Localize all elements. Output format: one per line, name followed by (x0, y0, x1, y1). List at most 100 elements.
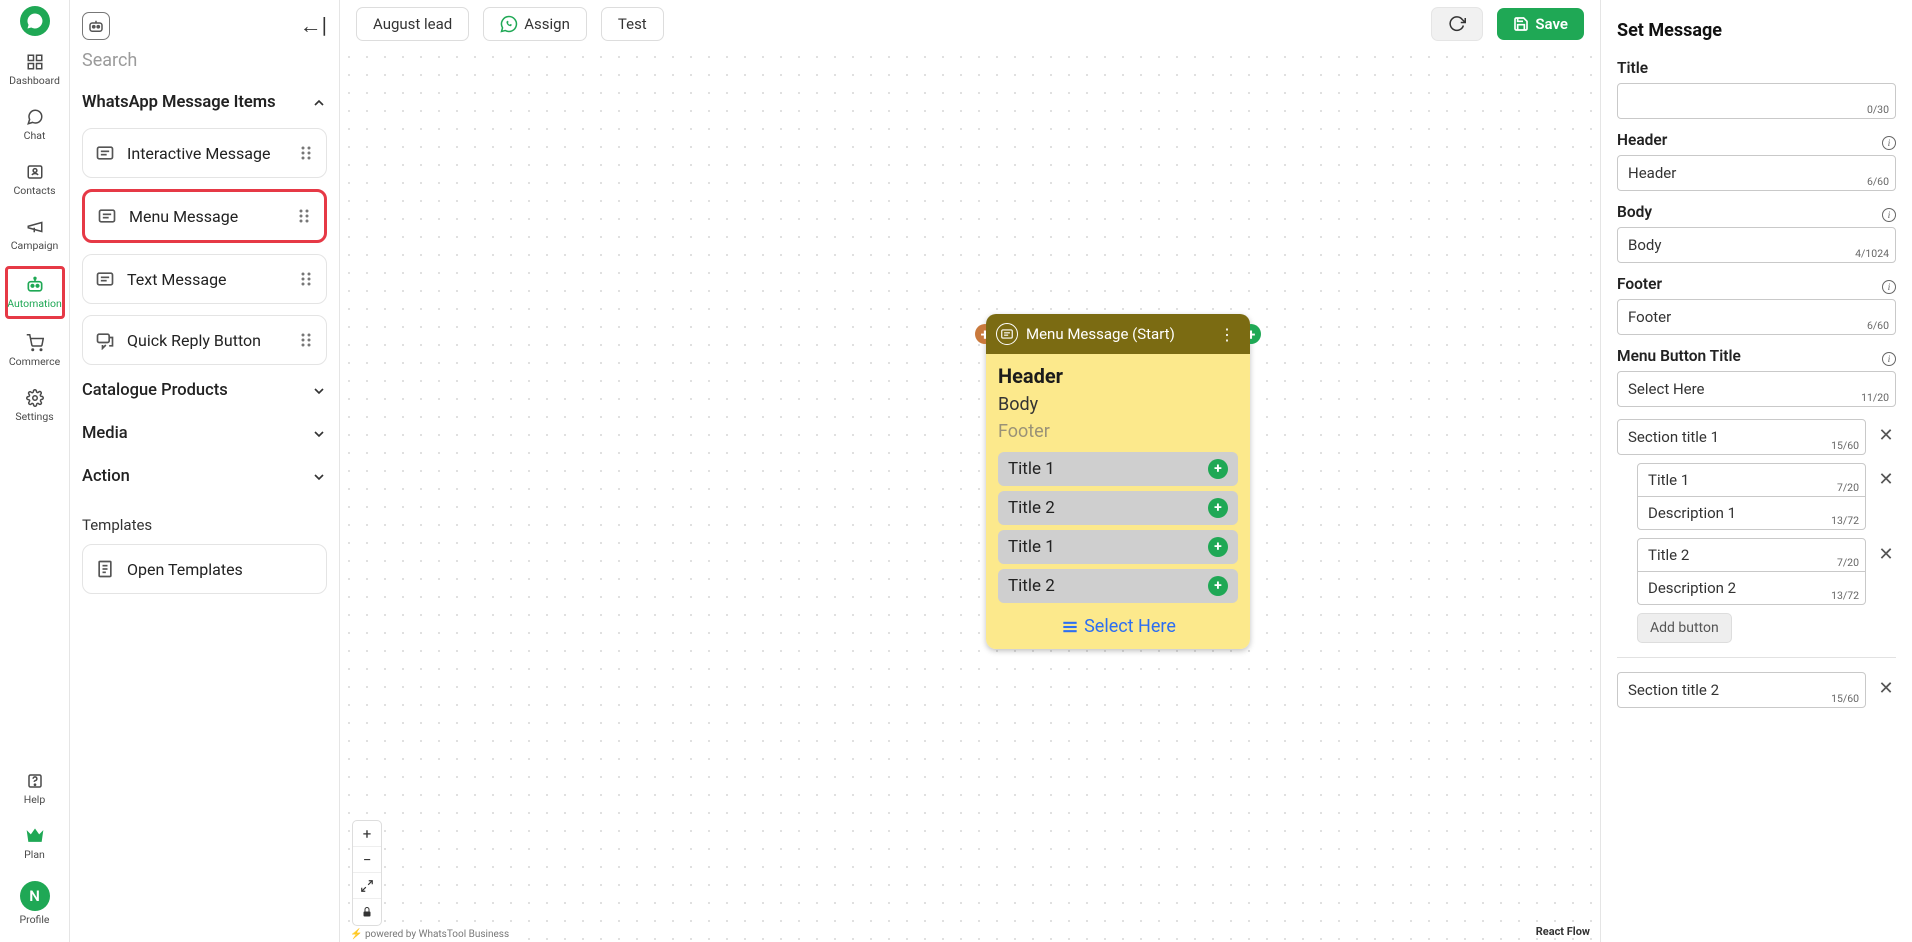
campaign-icon (25, 217, 45, 237)
node-option-row[interactable]: Title 2+ (998, 569, 1238, 603)
nav-dashboard[interactable]: Dashboard (5, 46, 65, 93)
info-icon[interactable]: i (1882, 208, 1896, 222)
nav-campaign[interactable]: Campaign (5, 211, 65, 258)
nav-label: Help (24, 793, 46, 806)
help-icon (25, 771, 45, 791)
open-templates-button[interactable]: Open Templates (82, 544, 327, 594)
nav-profile[interactable]: N Profile (5, 875, 65, 932)
remove-item-icon[interactable]: ✕ (1876, 544, 1896, 564)
refresh-button[interactable] (1431, 7, 1483, 41)
zoom-out-button[interactable]: − (353, 847, 381, 873)
search-input[interactable] (82, 50, 327, 71)
info-icon[interactable]: i (1882, 280, 1896, 294)
char-count: 15/60 (1831, 439, 1859, 452)
lock-button[interactable] (353, 899, 381, 925)
info-icon[interactable]: i (1882, 136, 1896, 150)
char-count: 13/72 (1831, 514, 1859, 527)
powered-by-label: ⚡ powered by WhatsTool Business (344, 927, 515, 942)
node-option-row[interactable]: Title 1+ (998, 530, 1238, 564)
reply-icon (95, 330, 115, 350)
flow-canvas[interactable]: + + Menu Message (Start) ⋮ Header Body F… (340, 48, 1600, 942)
message-icon (95, 269, 115, 289)
item-text-message[interactable]: Text Message (82, 254, 327, 304)
nav-settings[interactable]: Settings (5, 382, 65, 429)
node-icon (996, 323, 1018, 345)
char-count: 4/1024 (1855, 247, 1889, 260)
item-quick-reply[interactable]: Quick Reply Button (82, 315, 327, 365)
char-count: 7/20 (1837, 556, 1859, 569)
title-input[interactable] (1618, 84, 1895, 118)
nav-label: Dashboard (9, 74, 60, 87)
item-label: Interactive Message (127, 144, 288, 163)
section-title: WhatsApp Message Items (82, 93, 276, 112)
row-add-icon[interactable]: + (1208, 576, 1228, 596)
drag-handle-icon[interactable] (300, 146, 314, 160)
assign-button[interactable]: Assign (483, 7, 587, 41)
node-header[interactable]: Menu Message (Start) ⋮ (986, 314, 1250, 354)
section2-title-input[interactable] (1618, 673, 1865, 707)
fit-view-button[interactable] (353, 873, 381, 899)
item-title-input[interactable] (1638, 464, 1865, 496)
header-input[interactable] (1618, 156, 1895, 190)
nav-automation[interactable]: Automation (5, 266, 65, 319)
item-menu-message[interactable]: Menu Message (82, 189, 327, 243)
app-logo[interactable] (20, 6, 50, 36)
section-catalogue-head[interactable]: Catalogue Products (70, 369, 339, 412)
nav-plan[interactable]: Plan (5, 820, 65, 867)
section-action-head[interactable]: Action (70, 455, 339, 498)
chevron-down-icon (311, 426, 327, 442)
drag-handle-icon[interactable] (300, 333, 314, 347)
field-label: Body (1617, 203, 1652, 221)
node-title: Menu Message (Start) (1026, 325, 1175, 343)
body-input[interactable] (1618, 228, 1895, 262)
drag-handle-icon[interactable] (300, 272, 314, 286)
node-menu-icon[interactable]: ⋮ (1215, 325, 1240, 344)
nav-rail: Dashboard Chat Contacts Campaign Automat… (0, 0, 70, 942)
row-add-icon[interactable]: + (1208, 459, 1228, 479)
message-icon (95, 143, 115, 163)
nav-label: Commerce (9, 355, 60, 368)
drag-handle-icon[interactable] (298, 209, 312, 223)
info-icon[interactable]: i (1882, 352, 1896, 366)
nav-label: Plan (24, 848, 45, 861)
row-add-icon[interactable]: + (1208, 537, 1228, 557)
remove-item-icon[interactable]: ✕ (1876, 469, 1896, 489)
back-icon[interactable]: ←| (300, 13, 327, 39)
zoom-in-button[interactable]: + (353, 821, 381, 847)
whatsapp-icon (500, 15, 518, 33)
nav-help[interactable]: Help (5, 765, 65, 812)
nav-commerce[interactable]: Commerce (5, 327, 65, 374)
char-count: 15/60 (1831, 692, 1859, 705)
remove-section-icon[interactable]: ✕ (1876, 678, 1896, 698)
node-option-row[interactable]: Title 2+ (998, 491, 1238, 525)
add-button[interactable]: Add button (1637, 613, 1732, 643)
nav-label: Chat (24, 129, 46, 142)
footer-input[interactable] (1618, 300, 1895, 334)
node-select-button[interactable]: Select Here (998, 608, 1238, 637)
bot-icon[interactable] (82, 12, 110, 40)
toolbar: August lead Assign Test Save (340, 0, 1600, 48)
test-button[interactable]: Test (601, 7, 664, 41)
contacts-icon (25, 162, 45, 182)
item-interactive-message[interactable]: Interactive Message (82, 128, 327, 178)
section-media-head[interactable]: Media (70, 412, 339, 455)
message-icon (97, 206, 117, 226)
chevron-down-icon (311, 469, 327, 485)
save-button[interactable]: Save (1497, 8, 1584, 40)
template-icon (95, 559, 115, 579)
chat-icon (25, 107, 45, 127)
section-whatsapp-head[interactable]: WhatsApp Message Items (70, 81, 339, 124)
char-count: 11/20 (1861, 391, 1889, 404)
char-count: 6/60 (1867, 175, 1889, 188)
remove-section-icon[interactable]: ✕ (1876, 425, 1896, 445)
flow-name-button[interactable]: August lead (356, 7, 469, 41)
node-option-row[interactable]: Title 1+ (998, 452, 1238, 486)
field-label: Header (1617, 131, 1667, 149)
nav-chat[interactable]: Chat (5, 101, 65, 148)
nav-contacts[interactable]: Contacts (5, 156, 65, 203)
row-add-icon[interactable]: + (1208, 498, 1228, 518)
item-title-input[interactable] (1638, 539, 1865, 571)
section1-title-input[interactable] (1618, 420, 1865, 454)
node-menu-message[interactable]: + + Menu Message (Start) ⋮ Header Body F… (986, 314, 1250, 649)
menubtn-input[interactable] (1618, 372, 1895, 406)
